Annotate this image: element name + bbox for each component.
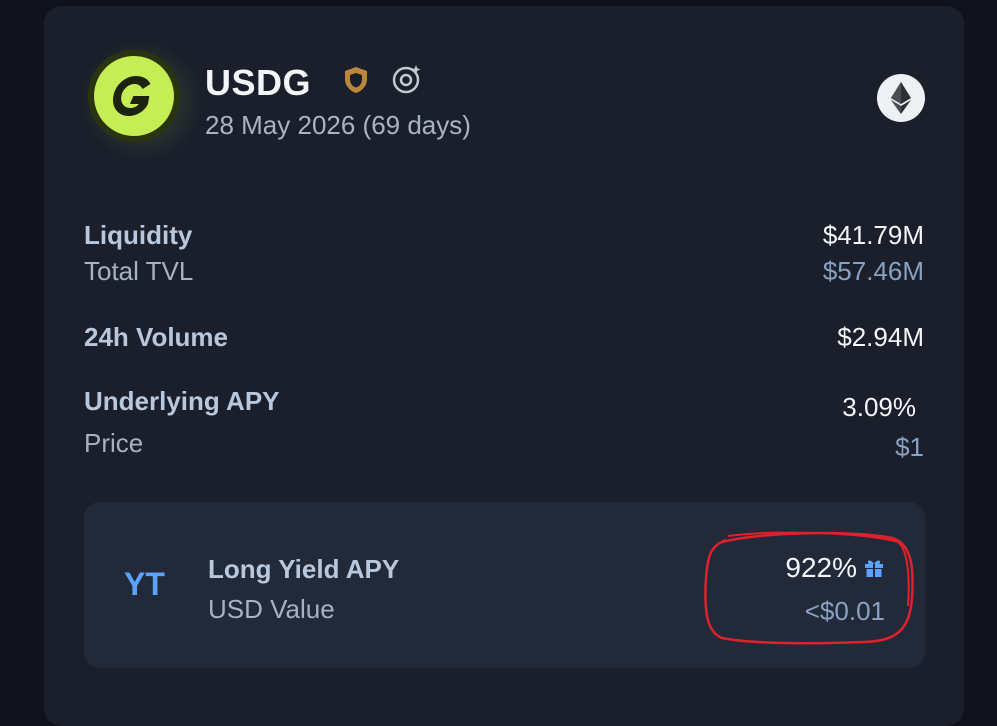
reward-badge-icon[interactable]: [390, 62, 424, 96]
usdg-logo-icon: [88, 50, 180, 142]
market-card: USDG 28 May 2026 (69 days) Liquidity $41…: [44, 6, 964, 726]
price-label: Price: [84, 428, 144, 458]
maturity-date: 28 May 2026 (69 days): [205, 110, 471, 140]
usd-value-label: USD Value: [208, 594, 335, 624]
network-button[interactable]: [877, 74, 925, 122]
liquidity-label: Liquidity: [84, 220, 193, 250]
volume-label: 24h Volume: [84, 322, 229, 352]
red-circle-annotation: [704, 531, 914, 645]
long-yield-apy-label: Long Yield APY: [208, 554, 400, 584]
tvl-label: Total TVL: [84, 256, 194, 286]
underlying-apy-value: 3.09%: [842, 392, 916, 422]
liquidity-value: $41.79M: [822, 220, 924, 250]
underlying-apy-label: Underlying APY: [84, 386, 280, 416]
tvl-value: $57.46M: [822, 256, 924, 286]
volume-value: $2.94M: [837, 322, 924, 352]
price-value: $1: [895, 432, 924, 462]
yt-tag: YT: [124, 566, 165, 602]
shield-icon[interactable]: [340, 64, 372, 96]
token-name: USDG: [205, 62, 312, 103]
ethereum-icon: [891, 82, 911, 114]
